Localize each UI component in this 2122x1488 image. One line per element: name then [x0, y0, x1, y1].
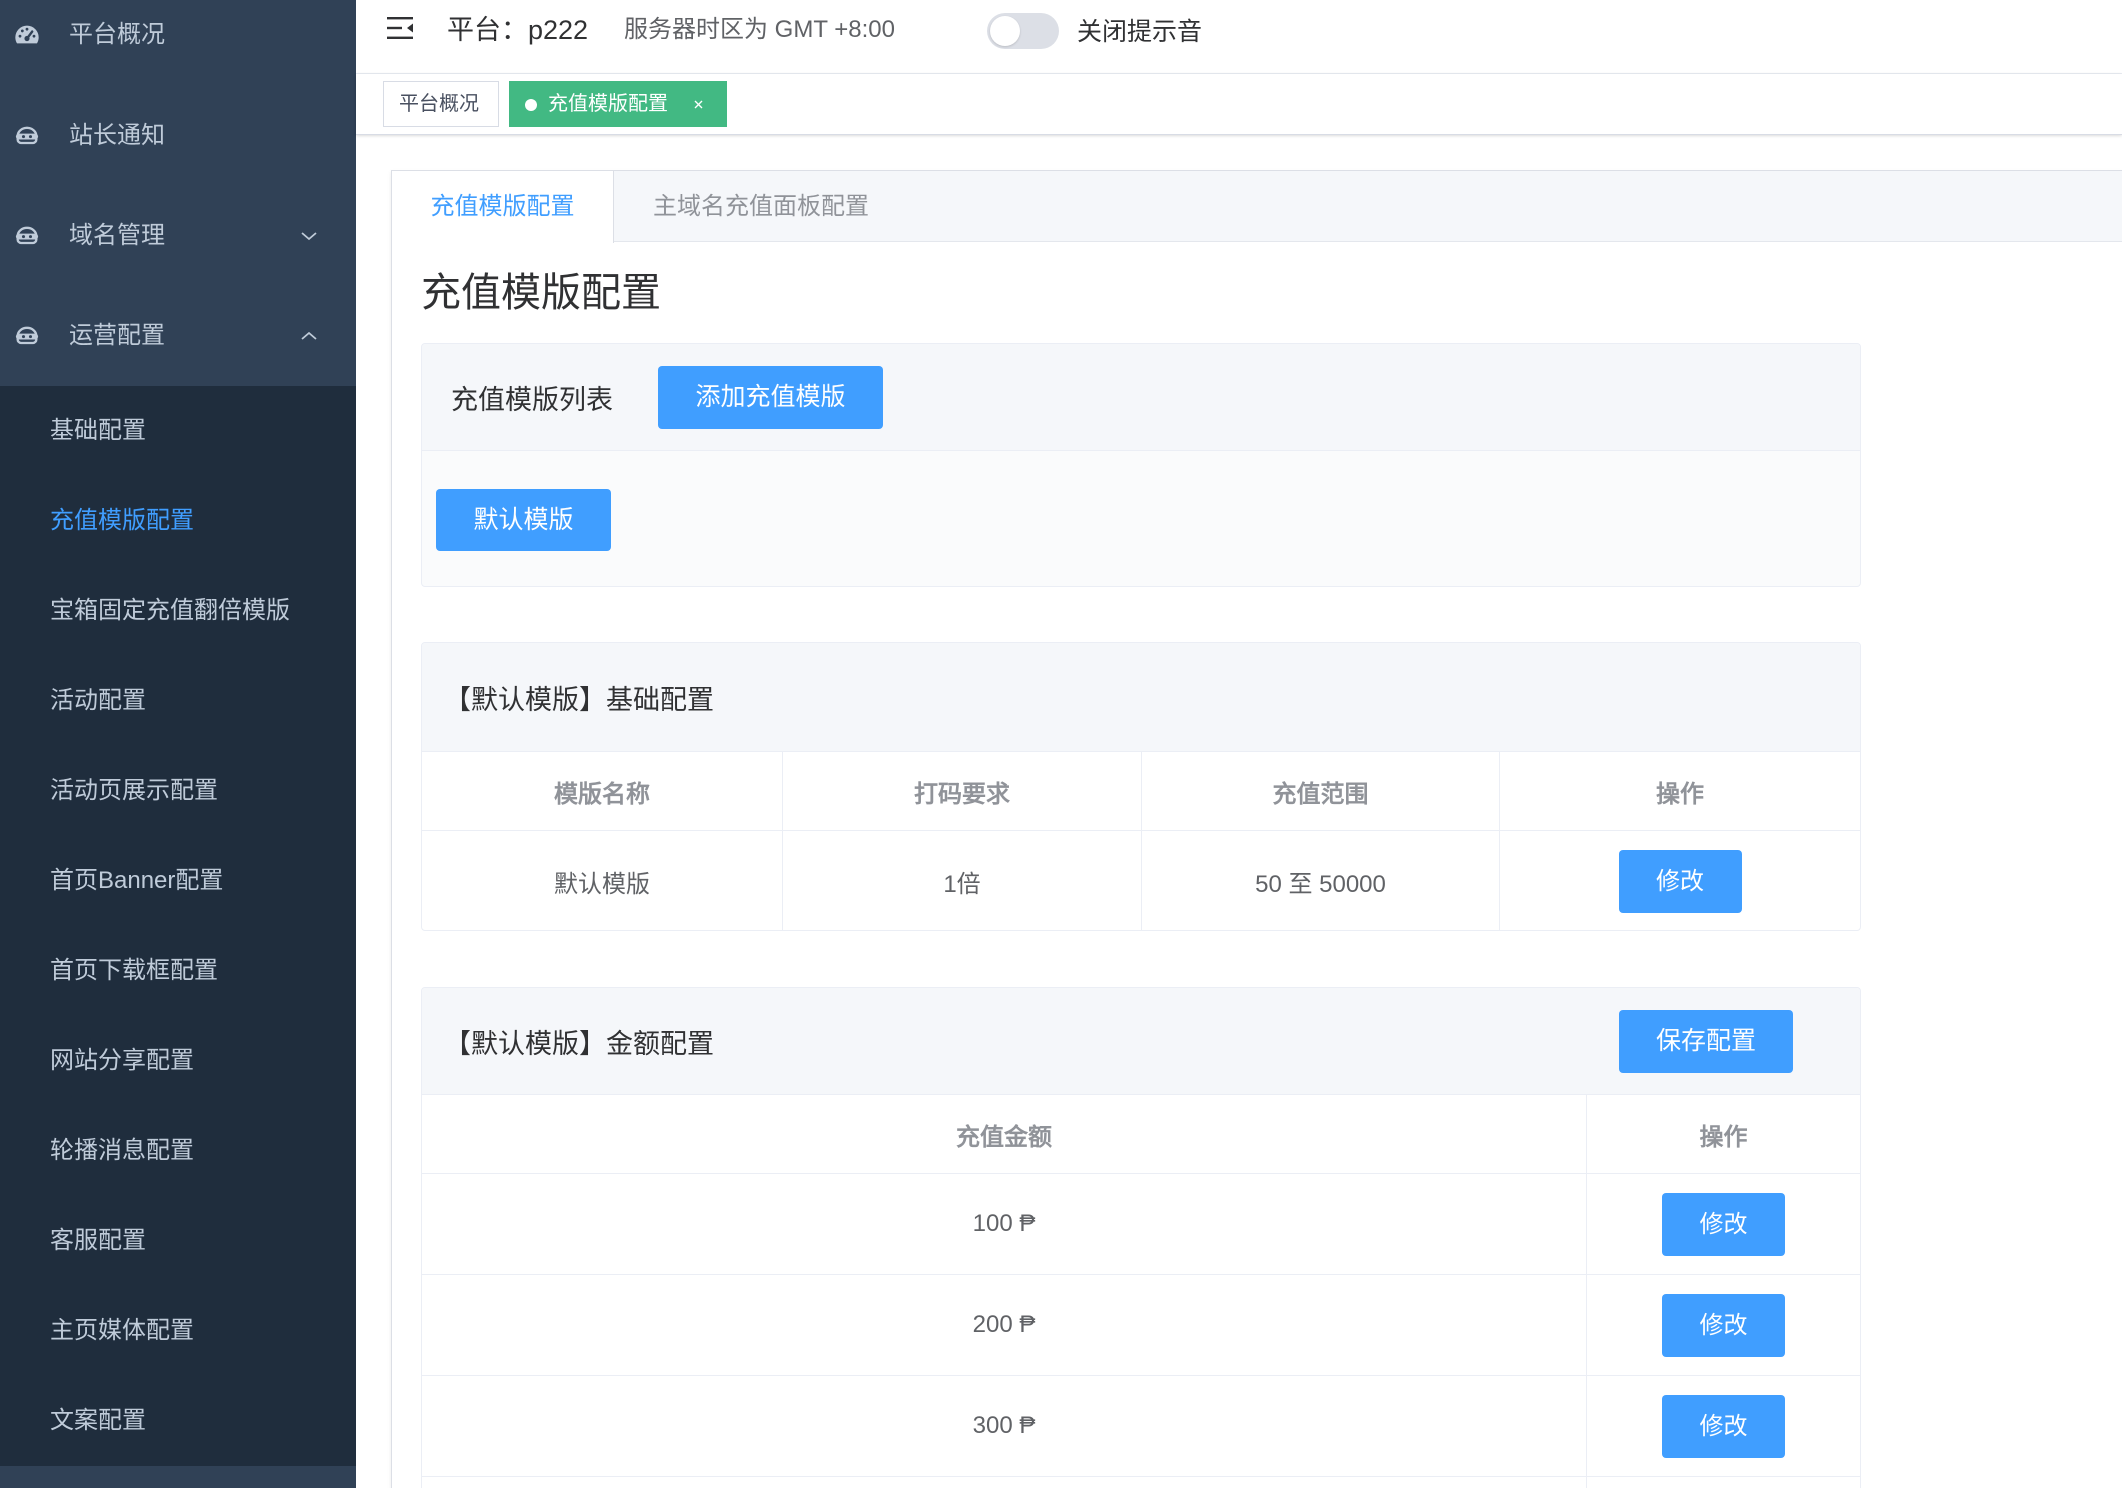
tags-view: 平台概况 充值模版配置 — [356, 74, 2122, 135]
column-header: 充值范围 — [1142, 752, 1500, 831]
tabs-header: 充值模版配置 主域名充值面板配置 — [392, 171, 2122, 243]
table-row: 300 ₱ 修改 — [422, 1376, 1860, 1477]
column-header: 打码要求 — [783, 752, 1142, 831]
save-config-button[interactable]: 保存配置 — [1619, 1010, 1793, 1073]
active-dot-icon — [525, 99, 537, 111]
column-divider — [422, 1477, 1587, 1488]
panel-title: 【默认模版】金额配置 — [444, 1028, 714, 1059]
sidebar-item-notice[interactable]: 站长通知 — [0, 86, 356, 186]
sidebar-submenu: 基础配置 充值模版配置 宝箱固定充值翻倍模版 活动配置 活动页展示配置 首页Ba… — [0, 386, 356, 1466]
dashboard-icon — [15, 25, 39, 44]
panel-header: 【默认模版】基础配置 — [422, 643, 1860, 752]
edit-button[interactable]: 修改 — [1618, 849, 1742, 913]
panel-title: 【默认模版】基础配置 — [444, 684, 714, 715]
hamburger-icon[interactable] — [386, 15, 416, 41]
column-header: 操作 — [1587, 1095, 1860, 1174]
sidebar-subitem-activity-page[interactable]: 活动页展示配置 — [0, 746, 356, 836]
toggle-knob — [990, 16, 1020, 46]
tag-label: 充值模版配置 — [548, 93, 668, 115]
table-header-row: 模版名称 打码要求 充值范围 操作 — [422, 752, 1860, 831]
platform-name: 平台：p222 — [447, 10, 588, 50]
tag-recharge-template[interactable]: 充值模版配置 — [509, 81, 727, 127]
sidebar-subitem-customer-service[interactable]: 客服配置 — [0, 1196, 356, 1286]
action-cell: 修改 — [1587, 1376, 1860, 1477]
template-default-button[interactable]: 默认模版 — [436, 489, 611, 551]
basic-config-panel: 【默认模版】基础配置 模版名称 打码要求 充值范围 操作 默认模版 1倍 50 … — [421, 642, 1861, 931]
amount-cell: 300 ₱ — [422, 1376, 1587, 1477]
tab-main-domain-recharge-panel[interactable]: 主域名充值面板配置 — [653, 171, 869, 242]
sidebar-subitem-marquee[interactable]: 轮播消息配置 — [0, 1106, 356, 1196]
table-row: 默认模版 1倍 50 至 50000 修改 — [422, 831, 1860, 930]
amount-cell: 200 ₱ — [422, 1275, 1587, 1376]
sidebar-item-label: 平台概况 — [69, 21, 165, 48]
sidebar-subitem-media[interactable]: 主页媒体配置 — [0, 1286, 356, 1376]
panel-header: 充值模版列表 添加充值模版 — [422, 344, 1860, 451]
column-header: 操作 — [1500, 752, 1860, 831]
sidebar-subitem-banner[interactable]: 首页Banner配置 — [0, 836, 356, 926]
table-row: 100 ₱ 修改 — [422, 1174, 1860, 1275]
robot-icon — [15, 226, 39, 245]
template-name-cell: 默认模版 — [422, 831, 783, 930]
tag-label: 平台概况 — [399, 93, 479, 115]
sidebar-subitem-activity[interactable]: 活动配置 — [0, 656, 356, 746]
column-filler — [1587, 1477, 1860, 1488]
platform-label: 平台： — [447, 15, 528, 45]
sidebar-item-domain[interactable]: 域名管理 — [0, 186, 356, 286]
sidebar-item-label: 运营配置 — [69, 322, 165, 349]
sidebar-item-operations[interactable]: 运营配置 — [0, 286, 356, 386]
wager-requirement-cell: 1倍 — [783, 831, 1142, 930]
server-timezone: 服务器时区为 GMT +8:00 — [624, 16, 895, 43]
sidebar-item-label: 域名管理 — [69, 222, 165, 249]
sidebar-item-dashboard[interactable]: 平台概况 — [0, 0, 356, 85]
panel-header: 【默认模版】金额配置 保存配置 — [422, 988, 1860, 1095]
close-icon[interactable] — [693, 99, 704, 110]
edit-button[interactable]: 修改 — [1662, 1192, 1785, 1256]
add-template-button[interactable]: 添加充值模版 — [658, 366, 883, 429]
amount-config-panel: 【默认模版】金额配置 保存配置 充值金额 操作 100 ₱ 修改 200 ₱ 修… — [421, 987, 1861, 1488]
sidebar-item-label: 站长通知 — [69, 122, 165, 149]
action-cell: 修改 — [1500, 831, 1860, 930]
sidebar-subitem-download-box[interactable]: 首页下载框配置 — [0, 926, 356, 1016]
action-cell: 修改 — [1587, 1174, 1860, 1275]
robot-icon — [15, 326, 39, 345]
amount-cell: 100 ₱ — [422, 1174, 1587, 1275]
sound-toggle-label: 关闭提示音 — [1077, 18, 1203, 46]
table-row: 200 ₱ 修改 — [422, 1275, 1860, 1376]
top-navbar: 平台：p222 服务器时区为 GMT +8:00 关闭提示音 — [356, 0, 2122, 74]
edit-button[interactable]: 修改 — [1662, 1394, 1785, 1458]
sidebar-next-menu-item[interactable] — [0, 1466, 356, 1488]
recharge-range-cell: 50 至 50000 — [1142, 831, 1500, 930]
column-header: 充值金额 — [422, 1095, 1587, 1174]
main-card: 充值模版配置 主域名充值面板配置 充值模版配置 充值模版列表 添加充值模版 默认… — [391, 170, 2122, 1488]
sidebar-subitem-recharge-template[interactable]: 充值模版配置 — [0, 476, 356, 566]
tab-recharge-template[interactable]: 充值模版配置 — [392, 171, 614, 243]
sidebar-subitem-share[interactable]: 网站分享配置 — [0, 1016, 356, 1106]
sidebar-subitem-copywriting[interactable]: 文案配置 — [0, 1376, 356, 1466]
platform-value: p222 — [528, 15, 589, 45]
template-list: 默认模版 — [422, 451, 1860, 586]
robot-icon — [15, 126, 39, 145]
sidebar-subitem-basic[interactable]: 基础配置 — [0, 386, 356, 476]
table-continuation — [422, 1477, 1860, 1488]
tag-dashboard[interactable]: 平台概况 — [383, 81, 499, 127]
table-header-row: 充值金额 操作 — [422, 1095, 1860, 1174]
page-title: 充值模版配置 — [421, 271, 661, 315]
action-cell: 修改 — [1587, 1275, 1860, 1376]
sidebar: 平台概况 站长通知 域名管理 运营配置 基础配置 充值模版配置 宝箱固定充值翻倍… — [0, 0, 356, 1488]
chevron-up-icon — [301, 331, 317, 340]
chevron-down-icon — [301, 232, 317, 241]
column-header: 模版名称 — [422, 752, 783, 831]
template-list-panel: 充值模版列表 添加充值模版 默认模版 — [421, 343, 1861, 587]
sidebar-subitem-chest-template[interactable]: 宝箱固定充值翻倍模版 — [0, 566, 356, 656]
sidebar-top-menu: 平台概况 站长通知 域名管理 运营配置 — [0, 0, 356, 386]
panel-title: 充值模版列表 — [451, 384, 613, 415]
edit-button[interactable]: 修改 — [1662, 1293, 1785, 1357]
sound-toggle[interactable] — [987, 13, 1059, 49]
